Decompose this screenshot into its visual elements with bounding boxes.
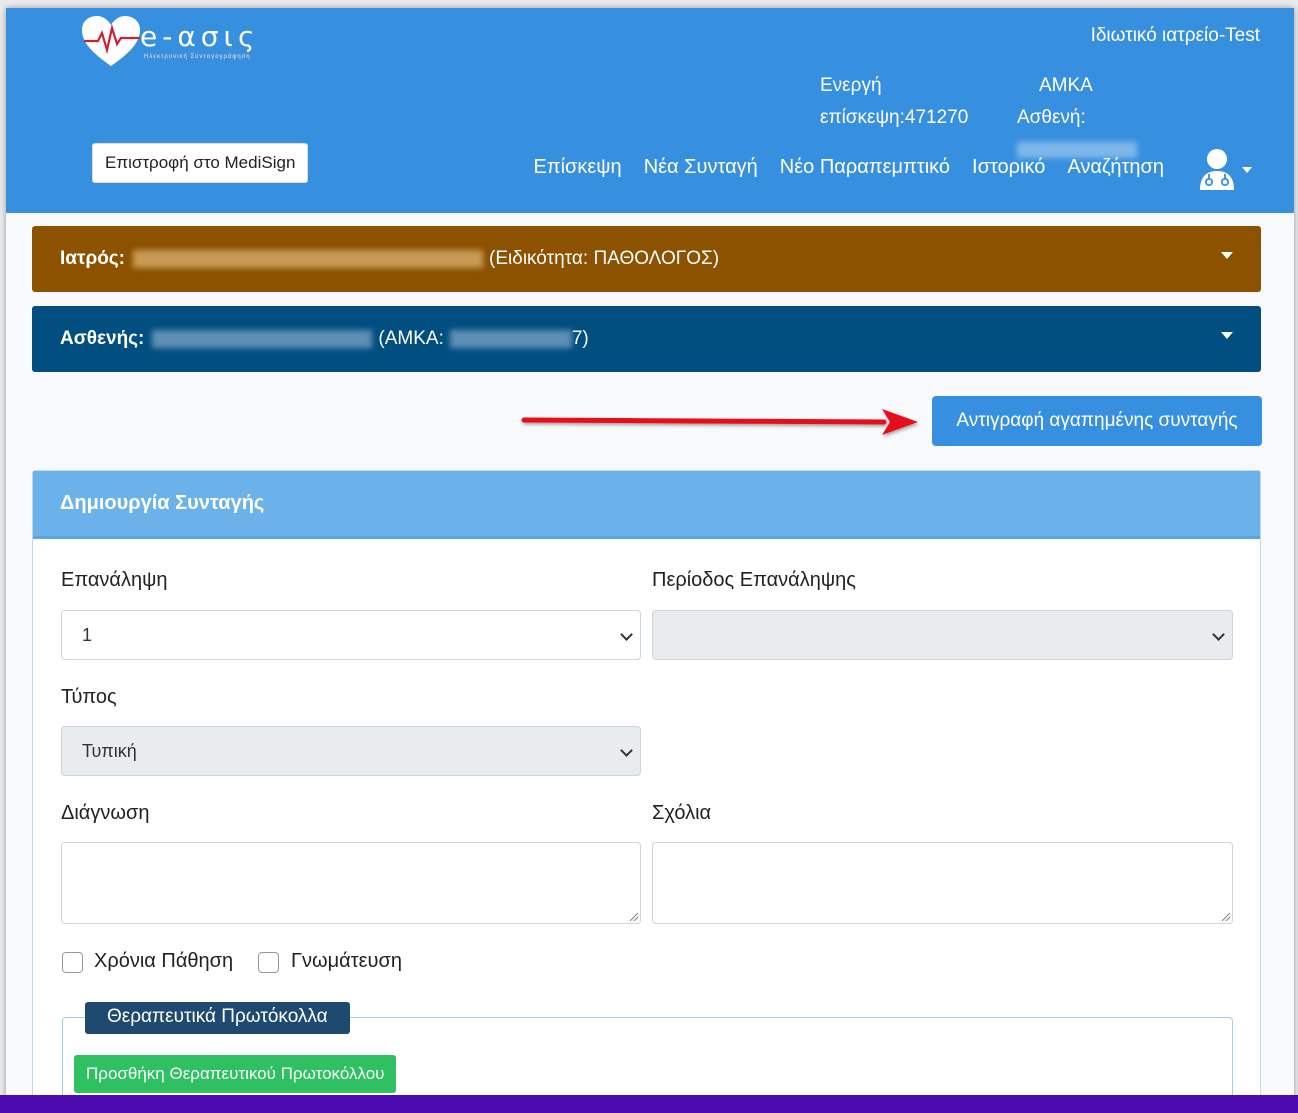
repeat-period-select[interactable] xyxy=(652,610,1233,660)
chevron-down-icon xyxy=(1242,167,1252,173)
main-nav: Επίσκεψη Νέα Συνταγή Νέο Παραπεμπτικό Ισ… xyxy=(533,156,1164,179)
top-header: e-ασις Ηλεκτρονική Συνταγογράφηση Ιδιωτι… xyxy=(6,8,1294,213)
repeat-select[interactable]: 1 xyxy=(61,610,641,660)
add-therapeutic-protocol-button[interactable]: Προσθήκη Θεραπευτικού Πρωτοκόλλου xyxy=(74,1055,397,1093)
doctor-specialty: (Ειδικότητα: ΠΑΘΟΛΟΓΟΣ) xyxy=(489,248,720,269)
clinic-name: Ιδιωτικό ιατρείο-Test xyxy=(1090,25,1260,46)
user-menu[interactable] xyxy=(1198,148,1252,192)
active-visit-line1: Ενεργή xyxy=(820,75,882,96)
nav-new-prescription[interactable]: Νέα Συνταγή xyxy=(644,156,758,179)
resize-handle-icon[interactable] xyxy=(1222,913,1230,921)
resize-handle-icon[interactable] xyxy=(630,913,638,921)
type-label: Τύπος xyxy=(61,686,117,708)
chevron-down-icon[interactable] xyxy=(1221,252,1233,259)
patient-amka-prefix: (ΑΜΚΑ: xyxy=(378,328,444,349)
amka-line2: Ασθενή: xyxy=(1017,107,1086,128)
active-visit-line2: επίσκεψη:471270 xyxy=(820,107,969,128)
chevron-down-icon xyxy=(620,744,633,757)
amka-line1: ΑΜΚΑ xyxy=(1039,75,1093,96)
panel-title: Δημιουργία Συνταγής xyxy=(33,471,1260,539)
patient-amka-info: ΑΜΚΑ Ασθενή: xyxy=(1017,70,1197,166)
logo-subtitle: Ηλεκτρονική Συνταγογράφηση xyxy=(144,54,251,60)
redacted-patient-name xyxy=(152,330,373,348)
chevron-down-icon xyxy=(1212,628,1225,641)
patient-amka-suffix: 7) xyxy=(571,328,589,349)
heart-logo-icon xyxy=(82,16,140,66)
doctor-label: Ιατρός: xyxy=(60,248,126,269)
comments-label: Σχόλια xyxy=(652,802,712,824)
comments-textarea[interactable] xyxy=(652,842,1233,924)
opinion-checkbox[interactable] xyxy=(258,952,279,973)
taskbar-strip xyxy=(0,1095,1298,1113)
create-prescription-panel: Δημιουργία Συνταγής Επανάληψη 1 Περίοδος… xyxy=(32,470,1261,1098)
repeat-value: 1 xyxy=(82,625,93,645)
repeat-label: Επανάληψη xyxy=(61,569,168,591)
logo-text: e-ασις xyxy=(140,20,260,53)
diagnosis-label: Διάγνωση xyxy=(61,802,150,824)
type-select[interactable]: Τυπική xyxy=(61,726,641,776)
diagnosis-textarea[interactable] xyxy=(61,842,641,924)
back-to-medisign-button[interactable]: Επιστροφή στο MediSign xyxy=(92,143,309,183)
nav-search[interactable]: Αναζήτηση xyxy=(1067,156,1164,179)
chronic-condition-checkbox[interactable] xyxy=(62,952,83,973)
app-window: e-ασις Ηλεκτρονική Συνταγογράφηση Ιδιωτι… xyxy=(6,8,1294,1098)
patient-label: Ασθενής: xyxy=(60,328,145,349)
red-arrow-annotation-icon xyxy=(521,409,918,435)
chronic-condition-label: Χρόνια Πάθηση xyxy=(94,950,234,972)
type-value: Τυπική xyxy=(82,741,137,761)
active-visit-info: Ενεργή επίσκεψη:471270 xyxy=(820,70,968,134)
logo[interactable]: e-ασις Ηλεκτρονική Συνταγογράφηση xyxy=(80,12,280,70)
nav-visit[interactable]: Επίσκεψη xyxy=(533,156,621,179)
therapeutic-protocols-legend: Θεραπευτικά Πρωτόκολλα xyxy=(85,1002,350,1034)
chevron-down-icon xyxy=(620,628,633,641)
doctor-info-bar[interactable]: Ιατρός: (Ειδικότητα: ΠΑΘΟΛΟΓΟΣ) xyxy=(32,226,1261,292)
redacted-patient-amka xyxy=(449,330,572,348)
nav-history[interactable]: Ιστορικό xyxy=(972,156,1045,179)
repeat-period-label: Περίοδος Επανάληψης xyxy=(652,569,856,591)
opinion-label: Γνωμάτευση xyxy=(291,950,402,972)
copy-favorite-prescription-button[interactable]: Αντιγραφή αγαπημένης συνταγής xyxy=(932,396,1262,446)
patient-info-bar[interactable]: Ασθενής: (ΑΜΚΑ: 7) xyxy=(32,306,1261,372)
redacted-doctor-name xyxy=(133,250,484,268)
nav-new-referral[interactable]: Νέο Παραπεμπτικό xyxy=(780,156,950,179)
doctor-user-icon xyxy=(1200,149,1234,190)
chevron-down-icon[interactable] xyxy=(1221,332,1233,339)
